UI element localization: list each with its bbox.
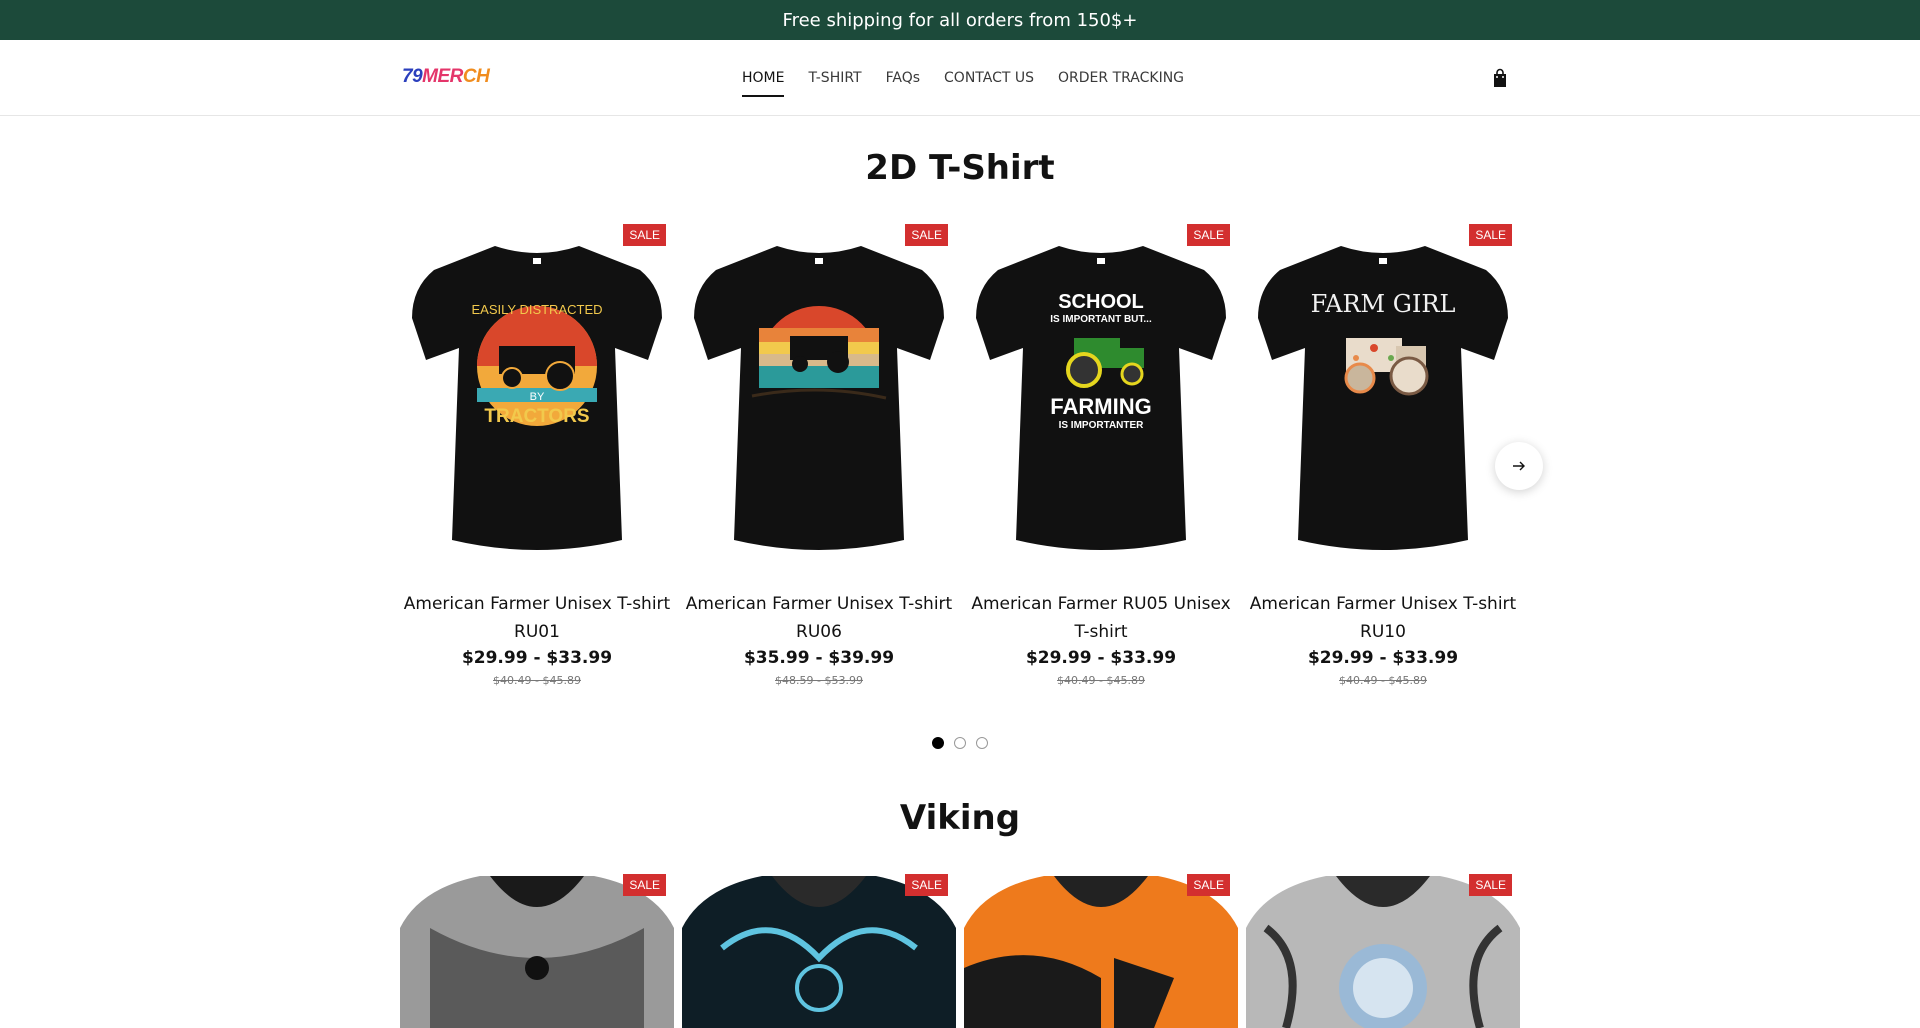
product-price: $29.99 - $33.99	[1025, 648, 1177, 668]
product-card[interactable]: SALE	[1246, 868, 1520, 1028]
shirt-text: FARM GIRL	[1311, 290, 1456, 318]
shirt-text: IS IMPORTANT BUT...	[1050, 314, 1152, 325]
shopping-bag-icon	[1494, 68, 1506, 87]
product-title[interactable]: American Farmer RU05 Unisex T-shirt	[964, 590, 1238, 646]
logo-part-3: CH	[462, 66, 490, 87]
announcement-text: Free shipping for all orders from 150$+	[782, 9, 1138, 31]
product-compare-price: $40.49 - $45.89	[1057, 674, 1145, 687]
nav-faqs[interactable]: FAQs	[886, 64, 920, 92]
product-image[interactable]: SALE FARM GIRL	[1246, 218, 1520, 580]
arrow-right-icon	[1513, 461, 1525, 471]
product-price: $29.99 - $33.99	[1307, 648, 1459, 668]
section-title-2d-tshirt: 2D T-Shirt	[865, 148, 1055, 188]
product-image[interactable]: SALE	[682, 218, 956, 580]
sale-badge: SALE	[905, 224, 948, 246]
product-title[interactable]: American Farmer Unisex T-shirt RU06	[682, 590, 956, 646]
nav-contact-us[interactable]: CONTACT US	[944, 64, 1034, 92]
product-image[interactable]: SALE	[400, 868, 674, 1028]
nav-order-tracking[interactable]: ORDER TRACKING	[1058, 64, 1184, 92]
tshirt-image: EASILY DISTRACTED BY TRACTORS	[412, 246, 662, 550]
product-card[interactable]: SALE FARM GIRL American Farmer Unisex T-…	[1246, 218, 1520, 687]
product-image[interactable]: SALE SCHOOL IS IMPORTANT BUT... FARMING …	[964, 218, 1238, 580]
pagination-dot-3[interactable]	[976, 737, 988, 749]
shirt-text: EASILY DISTRACTED	[472, 302, 603, 317]
sale-badge: SALE	[1469, 874, 1512, 896]
section-title-viking: Viking	[899, 798, 1021, 838]
product-image[interactable]: SALE	[1246, 868, 1520, 1028]
pagination-dot-2[interactable]	[954, 737, 966, 749]
shirt-text: SCHOOL	[1058, 291, 1144, 313]
product-image[interactable]: SALE	[964, 868, 1238, 1028]
nav-t-shirt[interactable]: T-SHIRT	[808, 64, 861, 92]
product-image[interactable]: SALE EASILY DISTRACTED BY TRACTORS	[400, 218, 674, 580]
product-card[interactable]: SALE American Farmer Unisex T-shirt RU06…	[682, 218, 956, 687]
product-image[interactable]: SALE	[682, 868, 956, 1028]
tshirt-image: FARM GIRL	[1258, 246, 1508, 550]
nav-home[interactable]: HOME	[742, 64, 785, 97]
shirt-text: IS IMPORTANTER	[1059, 420, 1145, 431]
site-header: 79MERCH HOME T-SHIRT FAQs CONTACT US ORD…	[0, 40, 1920, 116]
sale-badge: SALE	[623, 874, 666, 896]
pagination-dot-1[interactable]	[932, 737, 944, 749]
sale-badge: SALE	[1187, 874, 1230, 896]
tshirt-image: SCHOOL IS IMPORTANT BUT... FARMING IS IM…	[976, 246, 1226, 550]
product-card[interactable]: SALE SCHOOL IS IMPORTANT BUT... FARMING …	[964, 218, 1238, 687]
product-title[interactable]: American Farmer Unisex T-shirt RU01	[400, 590, 674, 646]
shirt-text: TRACTORS	[484, 406, 589, 427]
product-compare-price: $48.59 - $53.99	[775, 674, 863, 687]
shirt-text: FARMING	[1050, 394, 1151, 419]
sale-badge: SALE	[1469, 224, 1512, 246]
carousel-pagination	[0, 737, 1920, 749]
sale-badge: SALE	[905, 874, 948, 896]
cart-button[interactable]	[1488, 66, 1512, 90]
product-grid-viking: SALE SALE SALE SALE	[400, 868, 1520, 1028]
product-title[interactable]: American Farmer Unisex T-shirt RU10	[1246, 590, 1520, 646]
sale-badge: SALE	[1187, 224, 1230, 246]
announcement-bar: Free shipping for all orders from 150$+	[0, 0, 1920, 40]
product-price: $29.99 - $33.99	[461, 648, 613, 668]
main-nav: HOME T-SHIRT FAQs CONTACT US ORDER TRACK…	[742, 40, 1184, 115]
carousel-next-button[interactable]	[1495, 442, 1543, 490]
logo[interactable]: 79MERCH	[402, 66, 490, 88]
product-grid-2d-tshirt: SALE EASILY DISTRACTED BY TRACTORS Ameri…	[400, 218, 1520, 687]
shirt-text: BY	[530, 391, 545, 403]
product-card[interactable]: SALE	[964, 868, 1238, 1028]
product-card[interactable]: SALE	[682, 868, 956, 1028]
product-price: $35.99 - $39.99	[743, 648, 895, 668]
product-compare-price: $40.49 - $45.89	[493, 674, 581, 687]
logo-part-1: 79	[402, 66, 423, 87]
product-card[interactable]: SALE EASILY DISTRACTED BY TRACTORS Ameri…	[400, 218, 674, 687]
tshirt-image	[694, 246, 944, 550]
product-card[interactable]: SALE	[400, 868, 674, 1028]
sale-badge: SALE	[623, 224, 666, 246]
logo-part-2: MER	[422, 66, 463, 87]
product-compare-price: $40.49 - $45.89	[1339, 674, 1427, 687]
